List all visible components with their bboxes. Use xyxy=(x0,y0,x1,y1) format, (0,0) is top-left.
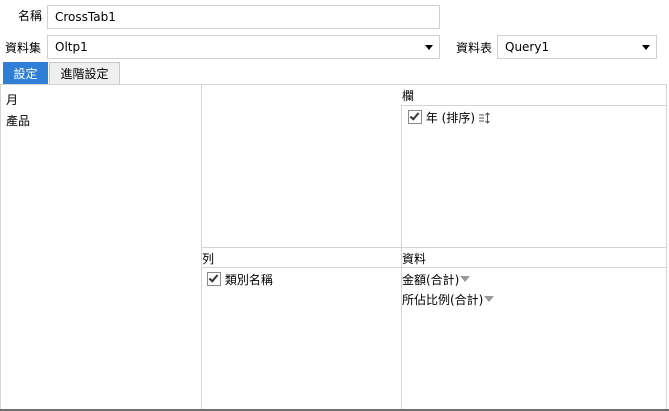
sort-icon[interactable] xyxy=(478,112,491,124)
checkbox-icon[interactable] xyxy=(207,272,221,286)
dataset-label: 資料集 xyxy=(5,41,42,55)
dataset-select[interactable]: Oltp1 xyxy=(47,35,440,59)
data-item-amount[interactable]: 金額(合計) xyxy=(402,271,471,288)
table-select-value: Query1 xyxy=(505,40,550,54)
column-item-label: 年 (排序) xyxy=(425,111,476,125)
field-item-month[interactable]: 月 xyxy=(6,91,18,108)
data-item-percentage[interactable]: 所佔比例(合計) xyxy=(402,291,495,308)
triangle-down-icon[interactable] xyxy=(484,296,495,302)
data-area-title: 資料 xyxy=(402,252,427,266)
chevron-down-icon xyxy=(642,45,650,50)
rows-header-line xyxy=(201,267,667,268)
table-label: 資料表 xyxy=(456,41,493,55)
table-select[interactable]: Query1 xyxy=(497,35,657,59)
columns-header-line xyxy=(401,105,667,106)
columns-area-title: 欄 xyxy=(402,89,415,103)
column-item-year[interactable]: 年 (排序) xyxy=(408,109,491,126)
field-item-product[interactable]: 產品 xyxy=(6,112,30,129)
data-item-label: 金額(合計) xyxy=(402,273,460,287)
row-item-category[interactable]: 類別名稱 xyxy=(207,271,273,288)
name-label: 名稱 xyxy=(18,9,43,23)
middle-divider xyxy=(201,247,667,248)
chevron-down-icon xyxy=(425,45,433,50)
name-input[interactable]: CrossTab1 xyxy=(47,5,440,29)
row-item-label: 類別名稱 xyxy=(224,273,273,287)
rows-area-title: 列 xyxy=(202,252,215,266)
tab-settings[interactable]: 設定 xyxy=(3,62,48,85)
data-item-label: 所佔比例(合計) xyxy=(402,293,484,307)
tab-advanced-settings[interactable]: 進階設定 xyxy=(49,62,120,85)
dataset-select-value: Oltp1 xyxy=(55,40,88,54)
checkbox-icon[interactable] xyxy=(408,110,422,124)
triangle-down-icon[interactable] xyxy=(460,276,471,282)
